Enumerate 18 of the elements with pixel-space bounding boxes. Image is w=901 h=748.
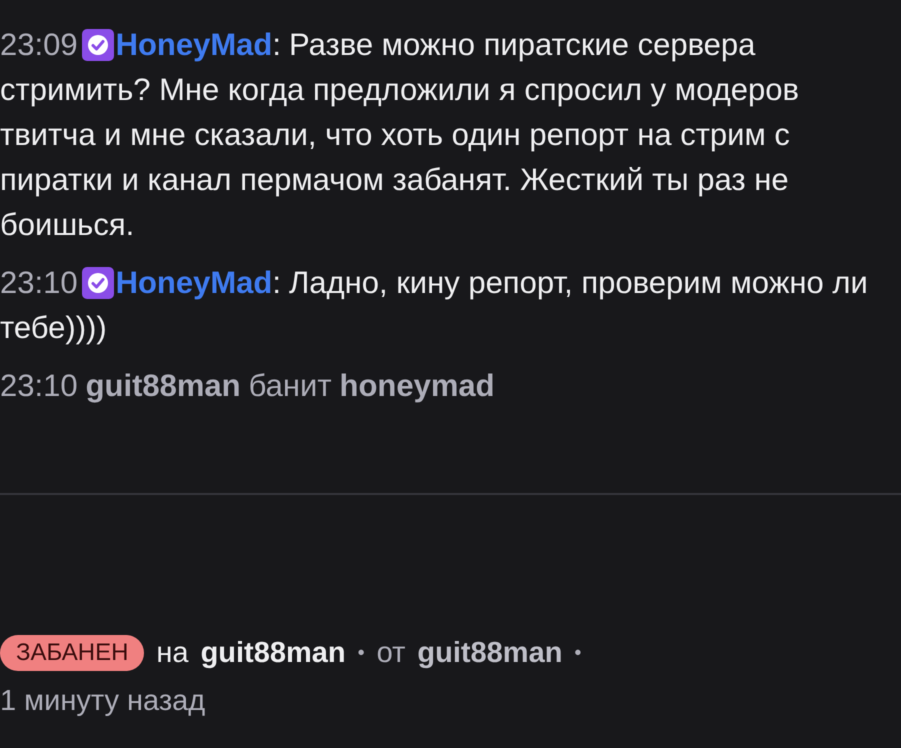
by-label: от: [376, 636, 406, 670]
action-text: банит: [248, 368, 332, 403]
target-name: honeymad: [340, 368, 495, 403]
timestamp: 23:10: [0, 368, 78, 403]
moderator-name: guit88man: [417, 636, 562, 670]
username-link[interactable]: HoneyMad: [116, 27, 272, 62]
username-link[interactable]: HoneyMad: [116, 265, 272, 300]
chat-message: 23:10 HoneyMad: Ладно, кину репорт, проверим можно ли тебе)))): [0, 264, 869, 347]
moderator-name: guit88man: [86, 368, 241, 403]
verified-badge-icon: [82, 267, 114, 299]
on-label: на: [156, 636, 189, 670]
verified-badge-icon: [82, 29, 114, 61]
channel-name: guit88man: [200, 636, 346, 670]
banned-badge: ЗАБАНЕН: [0, 635, 144, 671]
time-ago: 1 минуту назад: [0, 685, 206, 718]
separator-dot: •: [358, 642, 365, 664]
separator-dot: •: [574, 642, 582, 664]
chat-message: 23:09 HoneyMad: Разве можно пиратские сервера стримить? Мне когда предложили я спросил у модеров твитча и мне сказали, что хоть один репорт на стрим с пиратки и канал пермачом забанят. Жесткий ты раз не боишься.: [0, 26, 800, 244]
